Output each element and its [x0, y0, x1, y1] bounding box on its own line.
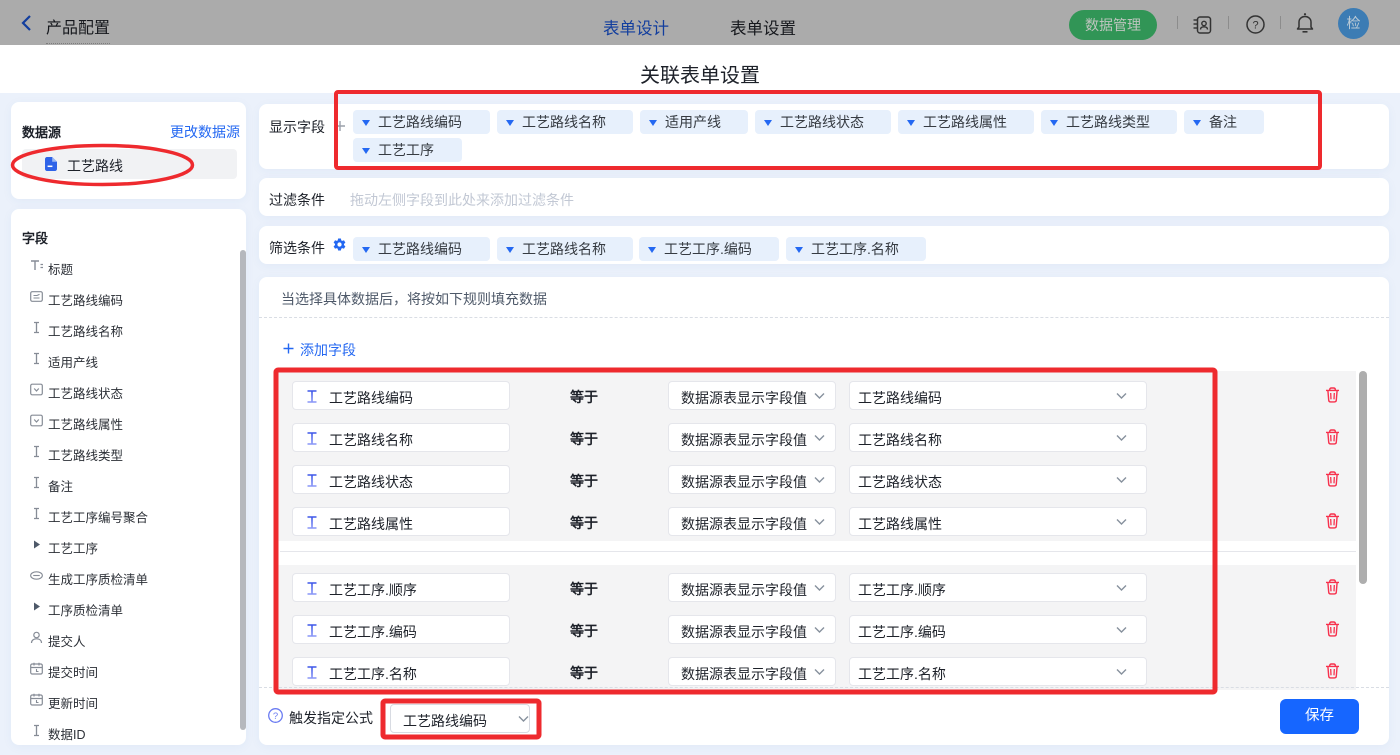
svg-text:?: ?	[1252, 20, 1258, 32]
svg-text:?: ?	[273, 711, 278, 722]
